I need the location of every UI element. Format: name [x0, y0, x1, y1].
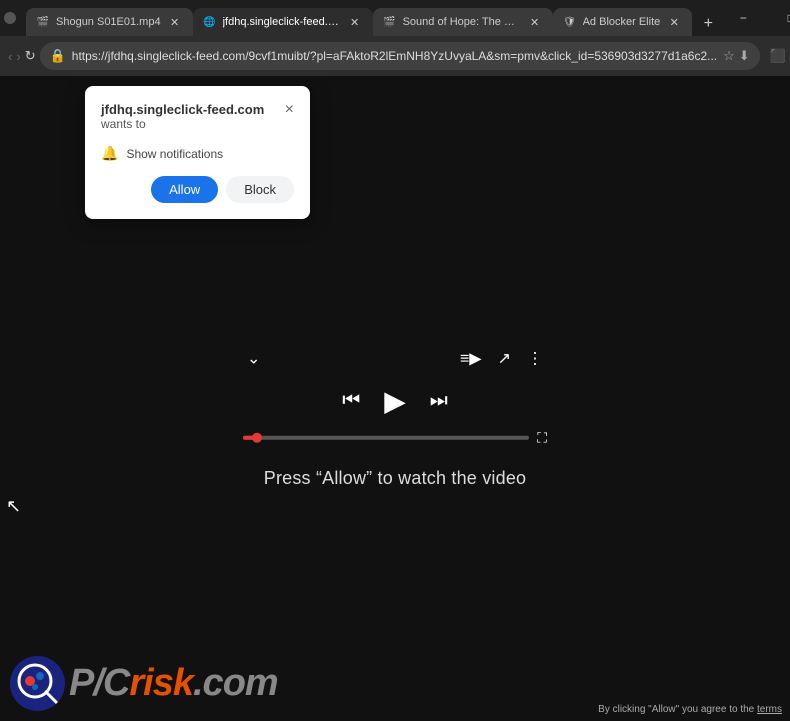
disclaimer-text: By clicking "Allow" you agree to the: [598, 704, 757, 715]
tab-jfdhq-close[interactable]: ✕: [347, 14, 363, 30]
pcrisk-risk-text: risk: [129, 662, 193, 705]
pcrisk-text: P / C risk .com: [69, 662, 278, 705]
tab-adblocker-close[interactable]: ✕: [666, 14, 682, 30]
playlist-icon[interactable]: ≡▶: [456, 344, 486, 372]
bookmark-star-icon[interactable]: ☆: [723, 48, 735, 64]
pcrisk-c-text: C: [103, 662, 129, 705]
address-bar-icons: ☆ ⬇: [723, 48, 750, 64]
nav-bar: ‹ › ↻ 🔒 https://jfdhq.singleclick-feed.c…: [0, 36, 790, 76]
block-button[interactable]: Block: [226, 176, 294, 203]
notification-text: Show notifications: [126, 147, 223, 161]
pcrisk-dotcom-text: .com: [193, 662, 278, 705]
progress-bar[interactable]: [243, 436, 529, 440]
popup-wants-to: wants to: [101, 117, 264, 131]
play-button[interactable]: ▶: [384, 384, 406, 417]
pcrisk-icon: [10, 656, 65, 711]
mouse-cursor: ↖: [6, 496, 21, 517]
tab-jfdhq-favicon: 🌐: [203, 15, 217, 29]
pcrisk-slash-text: /: [93, 662, 103, 705]
press-allow-text: Press “Allow” to watch the video: [264, 468, 527, 489]
title-bar-left: [4, 12, 18, 24]
tab-sound-favicon: 🎬: [383, 15, 397, 29]
lock-icon: 🔒: [50, 48, 66, 64]
chevron-down-icon[interactable]: ⌄: [243, 344, 264, 372]
skip-forward-button[interactable]: ⏭: [430, 389, 448, 412]
player-main-controls: ⏮ ▶ ⏭: [235, 384, 555, 417]
popup-notification-row: 🔔 Show notifications: [101, 145, 294, 162]
title-bar: 🎬 Shogun S01E01.mp4 ✕ 🌐 jfdhq.singleclic…: [0, 0, 790, 36]
back-button[interactable]: ‹: [8, 42, 12, 70]
nav-right-buttons: ⬛ 👤 ⋮: [764, 42, 790, 70]
notification-popup: jfdhq.singleclick-feed.com wants to × 🔔 …: [85, 86, 310, 219]
tab-shogun[interactable]: 🎬 Shogun S01E01.mp4 ✕: [26, 8, 193, 36]
tab-jfdhq[interactable]: 🌐 jfdhq.singleclick-feed.com ✕: [193, 8, 373, 36]
disclaimer: By clicking "Allow" you agree to the ter…: [598, 704, 782, 715]
tab-adblocker[interactable]: 🛡 Ad Blocker Elite ✕: [553, 8, 693, 36]
tab-shogun-favicon: 🎬: [36, 15, 50, 29]
tab-adblocker-title: Ad Blocker Elite: [583, 16, 661, 28]
title-bar-right: − □ ✕: [720, 0, 790, 36]
share-icon[interactable]: ↗: [494, 344, 515, 372]
more-options-icon[interactable]: ⋮: [523, 344, 547, 372]
player-top-controls: ⌄ ≡▶ ↗ ⋮: [235, 340, 555, 376]
popup-buttons: Allow Block: [101, 176, 294, 203]
allow-button[interactable]: Allow: [151, 176, 218, 203]
disclaimer-terms-link[interactable]: terms: [757, 704, 782, 715]
reload-button[interactable]: ↻: [25, 42, 36, 70]
tab-sound-title: Sound of Hope: The Story...: [403, 16, 521, 28]
tabs-area: 🎬 Shogun S01E01.mp4 ✕ 🌐 jfdhq.singleclic…: [18, 0, 720, 36]
popup-header: jfdhq.singleclick-feed.com wants to ×: [101, 102, 294, 141]
tab-adblocker-favicon: 🛡: [563, 15, 577, 29]
progress-bar-wrap: ⛶: [235, 429, 555, 446]
forward-button[interactable]: ›: [16, 42, 20, 70]
player-top-right-controls: ≡▶ ↗ ⋮: [456, 344, 547, 372]
tab-jfdhq-title: jfdhq.singleclick-feed.com: [223, 16, 341, 28]
bell-icon: 🔔: [101, 145, 118, 162]
tab-sound-close[interactable]: ✕: [527, 14, 543, 30]
skip-back-button[interactable]: ⏮: [342, 389, 360, 412]
extensions-button[interactable]: ⬛: [764, 42, 790, 70]
new-tab-button[interactable]: +: [696, 12, 720, 36]
popup-domain: jfdhq.singleclick-feed.com: [101, 102, 264, 117]
progress-dot: [252, 433, 262, 443]
download-icon[interactable]: ⬇: [739, 48, 750, 64]
pcrisk-logo: P / C risk .com: [10, 656, 278, 711]
page-content: jfdhq.singleclick-feed.com wants to × 🔔 …: [0, 76, 790, 721]
pcrisk-svg-icon: [13, 659, 63, 709]
pcrisk-pc-text: P: [69, 662, 93, 705]
browser-chrome: 🎬 Shogun S01E01.mp4 ✕ 🌐 jfdhq.singleclic…: [0, 0, 790, 76]
chrome-dot: [4, 12, 16, 24]
address-bar-url: https://jfdhq.singleclick-feed.com/9cvf1…: [72, 49, 717, 63]
video-player: ⌄ ≡▶ ↗ ⋮ ⏮ ▶ ⏭ ⛶: [235, 340, 555, 446]
tab-sound-of-hope[interactable]: 🎬 Sound of Hope: The Story... ✕: [373, 8, 553, 36]
popup-header-text: jfdhq.singleclick-feed.com wants to: [101, 102, 264, 141]
popup-close-button[interactable]: ×: [285, 102, 294, 118]
minimize-button[interactable]: −: [720, 0, 766, 36]
tab-shogun-title: Shogun S01E01.mp4: [56, 16, 161, 28]
maximize-button[interactable]: □: [768, 0, 790, 36]
tab-shogun-close[interactable]: ✕: [167, 14, 183, 30]
address-bar[interactable]: 🔒 https://jfdhq.singleclick-feed.com/9cv…: [40, 42, 760, 70]
fullscreen-button[interactable]: ⛶: [537, 429, 547, 446]
